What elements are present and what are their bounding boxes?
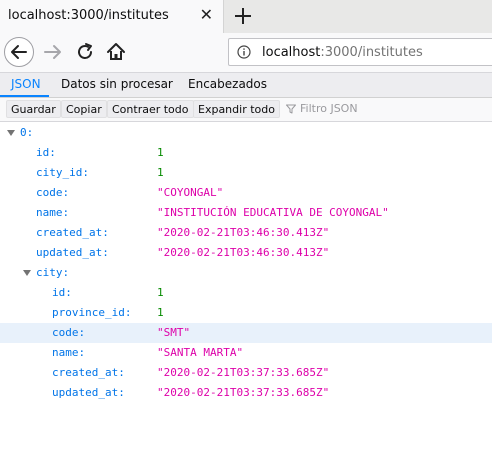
copy-button[interactable]: Copiar bbox=[61, 100, 107, 118]
tree-row[interactable]: name: "INSTITUCIÓN EDUCATIVA DE COYONGAL… bbox=[0, 203, 492, 223]
json-key: province_id: bbox=[52, 306, 132, 319]
tab-json[interactable]: JSON bbox=[11, 77, 41, 91]
new-tab-icon[interactable] bbox=[232, 5, 254, 27]
browser-tab[interactable]: localhost:3000/institutes ✕ bbox=[0, 0, 224, 33]
close-tab-icon[interactable]: ✕ bbox=[200, 6, 213, 24]
expand-toggle-icon[interactable] bbox=[7, 130, 15, 136]
back-button[interactable] bbox=[4, 37, 34, 67]
tree-row-root[interactable]: 0: bbox=[0, 123, 492, 143]
json-viewer-tabs: JSON Datos sin procesar Encabezados bbox=[0, 73, 492, 98]
tree-row-hovered[interactable]: code: "SMT" bbox=[0, 323, 492, 343]
url-text: localhost:3000/institutes bbox=[262, 45, 423, 60]
json-key: created_at: bbox=[36, 226, 109, 239]
expand-toggle-icon[interactable] bbox=[23, 270, 31, 276]
expand-all-button[interactable]: Expandir todo bbox=[193, 100, 280, 118]
navigation-bar: localhost:3000/institutes bbox=[0, 33, 492, 73]
json-value: "2020-02-21T03:46:30.413Z" bbox=[157, 226, 330, 239]
json-key: name: bbox=[36, 206, 70, 219]
filter-placeholder: Filtro JSON bbox=[300, 102, 358, 115]
json-value: "SANTA MARTA" bbox=[157, 346, 244, 359]
tree-row[interactable]: name: "SANTA MARTA" bbox=[0, 343, 492, 363]
json-key: updated_at: bbox=[36, 246, 109, 259]
tree-row[interactable]: updated_at: "2020-02-21T03:37:33.685Z" bbox=[0, 383, 492, 403]
tab-raw-data[interactable]: Datos sin procesar bbox=[61, 77, 173, 91]
back-arrow-icon bbox=[11, 45, 27, 59]
json-value: 1 bbox=[157, 146, 164, 159]
json-key: code: bbox=[52, 326, 86, 339]
tab-strip: localhost:3000/institutes ✕ bbox=[0, 0, 492, 34]
tree-row[interactable]: created_at: "2020-02-21T03:37:33.685Z" bbox=[0, 363, 492, 383]
url-bar[interactable]: localhost:3000/institutes bbox=[228, 38, 492, 66]
tree-row[interactable]: created_at: "2020-02-21T03:46:30.413Z" bbox=[0, 223, 492, 243]
json-value: "2020-02-21T03:37:33.685Z" bbox=[157, 366, 330, 379]
json-key: city: bbox=[36, 266, 70, 279]
json-key: 0: bbox=[20, 126, 34, 139]
tree-row[interactable]: city_id: 1 bbox=[0, 163, 492, 183]
json-value: 1 bbox=[157, 306, 164, 319]
json-value: "2020-02-21T03:37:33.685Z" bbox=[157, 386, 330, 399]
json-value: 1 bbox=[157, 166, 164, 179]
filter-icon bbox=[286, 104, 296, 114]
json-key: id: bbox=[36, 146, 56, 159]
info-icon[interactable] bbox=[237, 45, 251, 59]
json-toolbar: Guardar Copiar Contraer todo Expandir to… bbox=[0, 98, 492, 122]
json-value: 1 bbox=[157, 286, 164, 299]
tree-row[interactable]: id: 1 bbox=[0, 283, 492, 303]
tab-title: localhost:3000/institutes bbox=[8, 8, 169, 23]
url-path: :3000/institutes bbox=[320, 45, 423, 60]
active-tab-indicator bbox=[0, 95, 49, 97]
collapse-all-button[interactable]: Contraer todo bbox=[107, 100, 194, 118]
reload-icon bbox=[78, 43, 92, 59]
json-key: code: bbox=[36, 186, 70, 199]
tree-row-city[interactable]: city: bbox=[0, 263, 492, 283]
tree-row[interactable]: updated_at: "2020-02-21T03:46:30.413Z" bbox=[0, 243, 492, 263]
tree-row[interactable]: province_id: 1 bbox=[0, 303, 492, 323]
home-button[interactable] bbox=[105, 41, 127, 63]
json-value: "2020-02-21T03:46:30.413Z" bbox=[157, 246, 330, 259]
json-value: "INSTITUCIÓN EDUCATIVA DE COYONGAL" bbox=[157, 206, 389, 219]
tab-headers[interactable]: Encabezados bbox=[188, 77, 267, 91]
json-key: city_id: bbox=[36, 166, 89, 179]
json-key: id: bbox=[52, 286, 72, 299]
tree-row[interactable]: id: 1 bbox=[0, 143, 492, 163]
forward-arrow-icon bbox=[44, 45, 61, 59]
forward-button[interactable] bbox=[42, 41, 64, 63]
json-key: name: bbox=[52, 346, 86, 359]
save-button[interactable]: Guardar bbox=[6, 100, 61, 118]
json-value: "SMT" bbox=[157, 326, 191, 339]
url-host: localhost bbox=[262, 45, 321, 60]
filter-json-input[interactable]: Filtro JSON bbox=[286, 102, 486, 118]
json-key: created_at: bbox=[52, 366, 125, 379]
reload-button[interactable] bbox=[74, 41, 96, 63]
home-icon bbox=[107, 43, 125, 60]
json-value: "COYONGAL" bbox=[157, 186, 224, 199]
tree-row[interactable]: code: "COYONGAL" bbox=[0, 183, 492, 203]
json-key: updated_at: bbox=[52, 386, 125, 399]
